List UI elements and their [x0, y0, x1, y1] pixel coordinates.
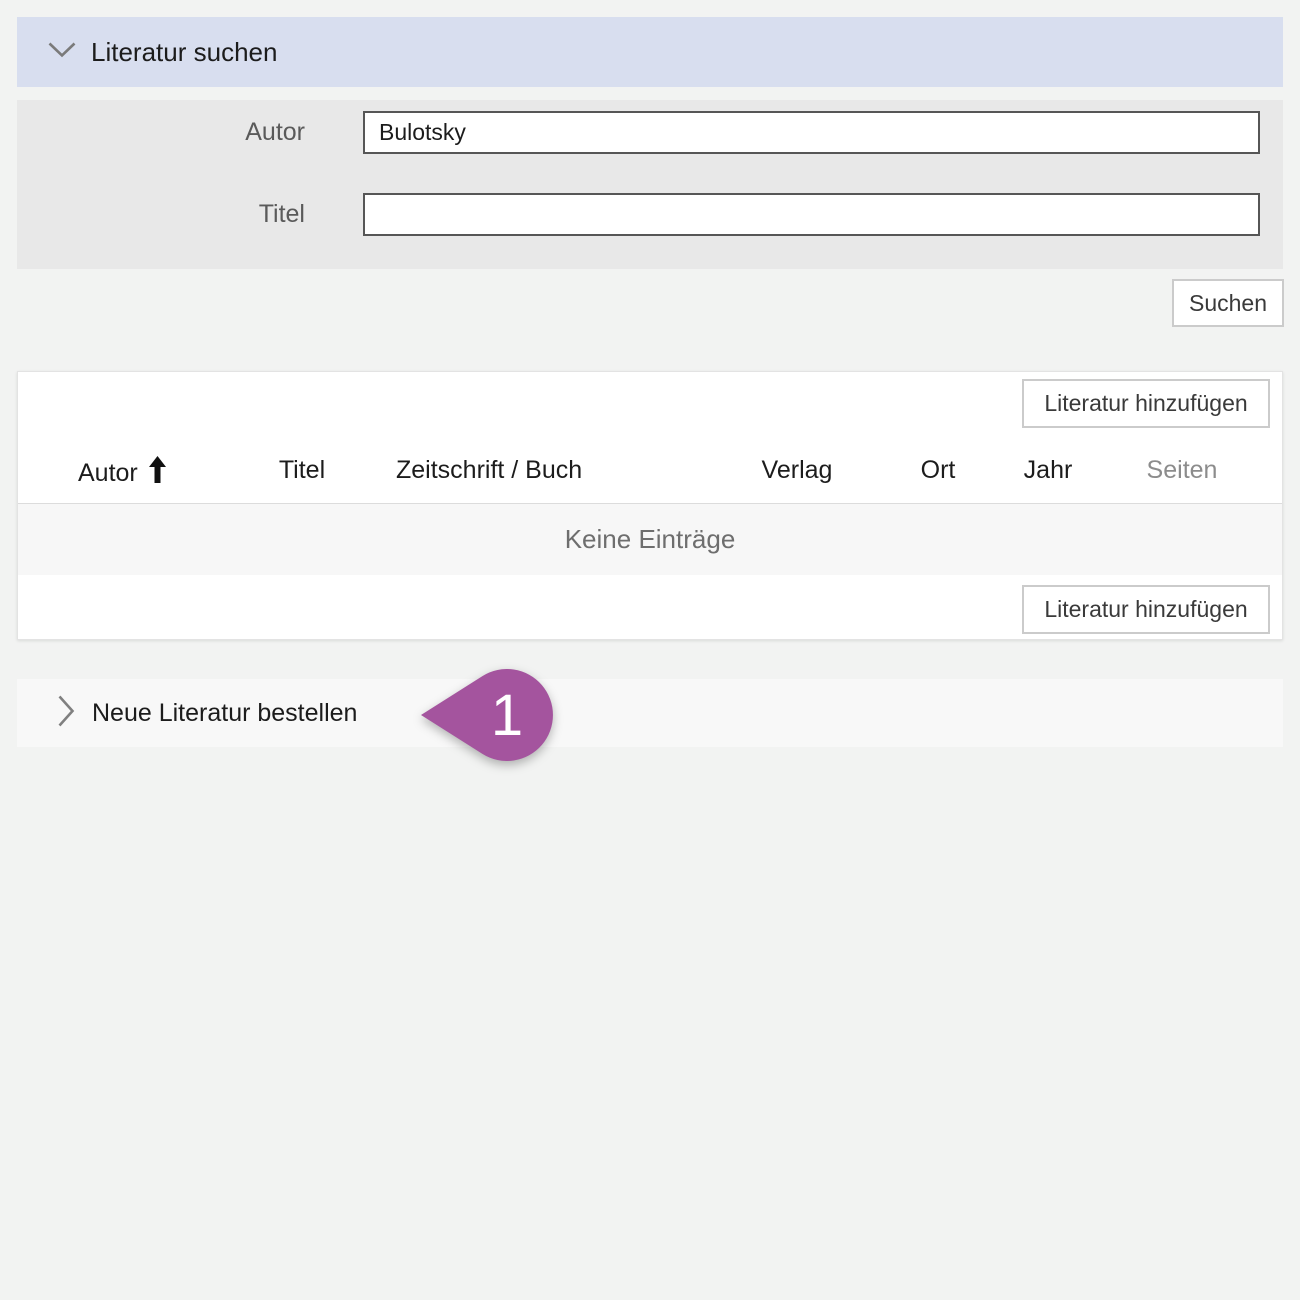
search-button[interactable]: Suchen [1172, 279, 1284, 327]
chevron-down-icon [48, 42, 76, 63]
column-header-zeitschrift-buch[interactable]: Zeitschrift / Buch [396, 456, 582, 485]
order-section-title: Neue Literatur bestellen [92, 699, 357, 728]
autor-input[interactable] [363, 111, 1260, 154]
column-header-verlag[interactable]: Verlag [762, 456, 833, 485]
section-title: Literatur suchen [91, 37, 277, 68]
column-header-autor[interactable]: Autor [78, 456, 166, 490]
autor-label: Autor [17, 111, 305, 154]
column-header-titel[interactable]: Titel [279, 456, 325, 485]
column-header-seiten: Seiten [1147, 456, 1218, 485]
titel-input[interactable] [363, 193, 1260, 236]
literature-page: Literatur suchen Autor Titel Suchen Lite… [0, 0, 1300, 1300]
add-literature-button-bottom[interactable]: Literatur hinzufügen [1022, 585, 1270, 634]
column-header-jahr[interactable]: Jahr [1024, 456, 1073, 485]
empty-state-row: Keine Einträge [18, 504, 1282, 575]
results-table: Literatur hinzufügen Autor Titel Zeitsch… [17, 371, 1283, 640]
sort-ascending-icon [149, 456, 166, 490]
empty-state-text: Keine Einträge [565, 524, 736, 555]
column-header-ort[interactable]: Ort [921, 456, 956, 485]
add-literature-button-top[interactable]: Literatur hinzufügen [1022, 379, 1270, 428]
column-header-autor-label: Autor [78, 459, 138, 488]
section-header-neue-literatur-bestellen[interactable]: Neue Literatur bestellen [17, 679, 1283, 747]
chevron-right-icon [58, 695, 75, 732]
titel-label: Titel [17, 193, 305, 236]
search-form: Autor Titel [17, 100, 1283, 269]
section-header-literatur-suchen[interactable]: Literatur suchen [17, 17, 1283, 87]
